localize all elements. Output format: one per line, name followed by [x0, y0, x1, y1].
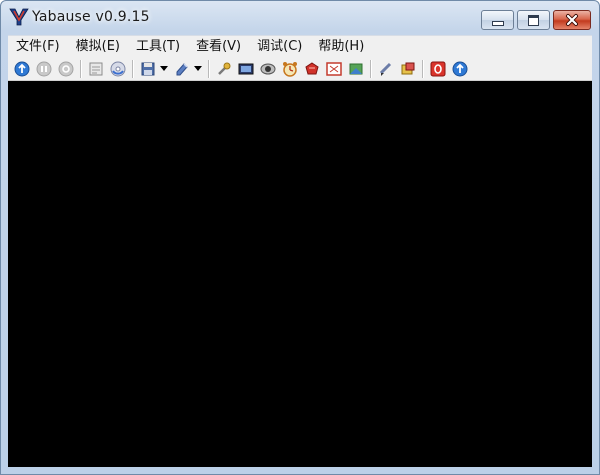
yabause-logo-icon [9, 8, 29, 26]
save-state-dropdown[interactable] [159, 59, 169, 79]
screenshot-icon [238, 63, 254, 74]
save-state-icon [141, 62, 155, 75]
frame-skip-icon [260, 63, 276, 74]
maximize-button[interactable] [517, 10, 550, 30]
toolbar [8, 57, 592, 81]
chevron-down-icon [160, 66, 168, 71]
fps-icon [283, 61, 297, 77]
app-window: Yabause v0.9.15 文件(F) 模拟(E) 工具(T) 查看(V) … [0, 0, 600, 475]
maximize-icon [528, 14, 539, 26]
emulator-screen[interactable] [8, 81, 592, 467]
memory-icon [401, 62, 415, 74]
open-iso-button[interactable] [86, 59, 106, 79]
load-state-icon [176, 62, 188, 75]
toolbar-separator [132, 59, 134, 78]
pause-button[interactable] [34, 59, 54, 79]
fullscreen-button[interactable] [324, 59, 344, 79]
load-state-button[interactable] [172, 59, 192, 79]
fullscreen-icon [326, 61, 342, 76]
power-button[interactable] [428, 59, 448, 79]
settings-button[interactable] [214, 59, 234, 79]
open-cd-icon [110, 61, 126, 76]
cheats-button[interactable] [302, 59, 322, 79]
load-state-dropdown[interactable] [193, 59, 203, 79]
screenshot-button[interactable] [236, 59, 256, 79]
sound-button[interactable] [376, 59, 396, 79]
toolbar-separator [422, 59, 424, 78]
run-button[interactable] [12, 59, 32, 79]
menu-emulation[interactable]: 模拟(E) [68, 36, 128, 58]
layer-icon [349, 63, 363, 74]
menu-bar: 文件(F) 模拟(E) 工具(T) 查看(V) 调试(C) 帮助(H) [8, 35, 592, 58]
power-icon [430, 61, 446, 76]
open-cd-button[interactable] [108, 59, 128, 79]
menu-tools[interactable]: 工具(T) [128, 36, 188, 58]
sound-icon [379, 62, 392, 76]
fps-button[interactable] [280, 59, 300, 79]
title-bar[interactable]: Yabause v0.9.15 [1, 1, 599, 33]
memory-button[interactable] [398, 59, 418, 79]
about-icon [452, 61, 468, 76]
toolbar-separator [80, 59, 82, 78]
close-button[interactable] [553, 10, 591, 30]
minimize-icon [491, 21, 504, 26]
frame-skip-button[interactable] [258, 59, 278, 79]
reset-icon [58, 61, 74, 76]
save-state-button[interactable] [138, 59, 158, 79]
menu-help[interactable]: 帮助(H) [310, 36, 372, 58]
menu-view[interactable]: 查看(V) [188, 36, 249, 58]
toolbar-separator [208, 59, 210, 78]
minimize-button[interactable] [481, 10, 514, 30]
window-title: Yabause v0.9.15 [32, 9, 150, 25]
close-icon [566, 14, 578, 26]
chevron-down-icon [194, 66, 202, 71]
reset-button[interactable] [56, 59, 76, 79]
layer-button[interactable] [346, 59, 366, 79]
menu-file[interactable]: 文件(F) [8, 36, 68, 58]
run-icon [14, 61, 30, 76]
pause-icon [36, 61, 52, 76]
toolbar-separator [370, 59, 372, 78]
about-button[interactable] [450, 59, 470, 79]
cheats-icon [305, 61, 319, 74]
menu-debug[interactable]: 调试(C) [249, 36, 310, 58]
open-iso-icon [89, 62, 103, 75]
settings-icon [218, 62, 231, 75]
